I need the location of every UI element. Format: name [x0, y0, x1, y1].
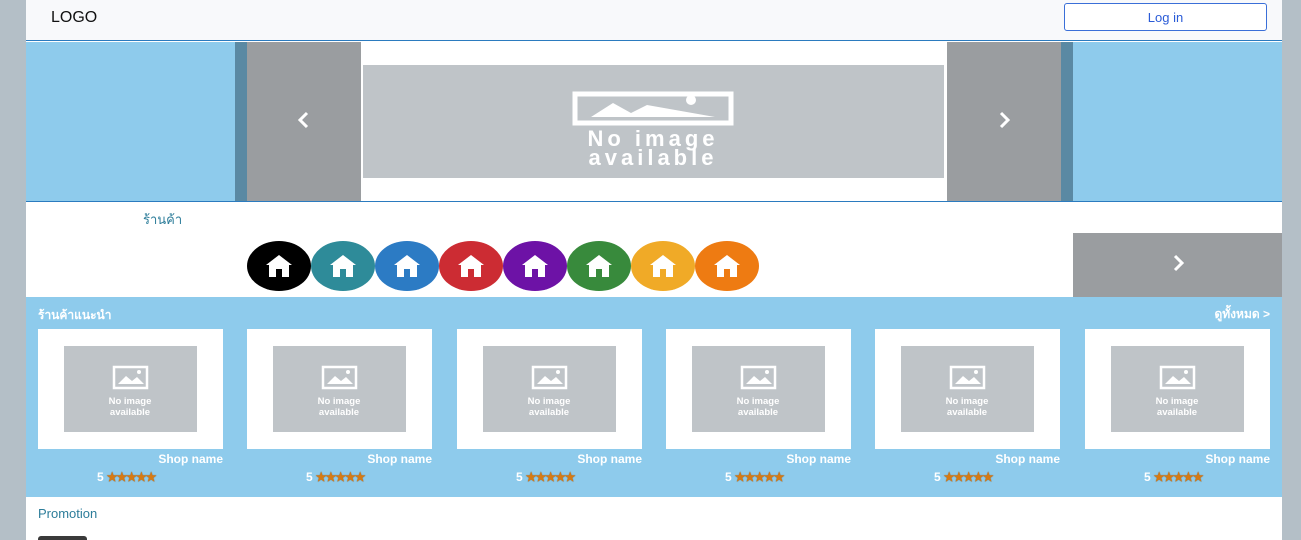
image-placeholder-icon [1159, 365, 1196, 390]
rating-value: 5 [1144, 470, 1151, 484]
image-placeholder-icon [949, 365, 986, 390]
banner-prev-button[interactable] [247, 42, 361, 201]
shop-icon-5[interactable] [503, 241, 567, 291]
image-placeholder: No image available [692, 346, 825, 432]
shop-image: No image available [457, 329, 642, 449]
see-all-link[interactable]: ดูทั้งหมด > [1214, 305, 1270, 324]
banner-next-button[interactable] [947, 42, 1061, 201]
house-icon [714, 255, 740, 277]
shop-icon-7[interactable] [631, 241, 695, 291]
image-placeholder: No image available [483, 346, 616, 432]
placeholder-text-line2: available [319, 407, 359, 418]
shop-image: No image available [875, 329, 1060, 449]
placeholder-text-line2: available [738, 407, 778, 418]
placeholder-text-line2: available [947, 407, 987, 418]
page: LOGO Log in No image available ร้านค้า ร… [26, 0, 1282, 540]
shop-icon-3[interactable] [375, 241, 439, 291]
shop-image: No image available [247, 329, 432, 449]
house-icon [394, 255, 420, 277]
placeholder-text-line2: available [110, 407, 150, 418]
shop-icon-1[interactable] [247, 241, 311, 291]
chevron-right-icon [997, 109, 1011, 135]
shop-card[interactable]: No image available Shop name 5 ★★★★★ [247, 329, 432, 484]
header: LOGO Log in [26, 0, 1282, 41]
house-icon [266, 255, 292, 277]
logo[interactable]: LOGO [51, 9, 97, 27]
star-icons: ★★★★★ [734, 470, 785, 484]
chevron-left-icon [297, 109, 311, 135]
shops-next-button[interactable] [1073, 233, 1282, 297]
shop-rating: 5 ★★★★★ [725, 470, 785, 484]
placeholder-text-line1: No image [528, 396, 571, 407]
rating-value: 5 [934, 470, 941, 484]
shop-image: No image available [38, 329, 223, 449]
placeholder-text-line1: No image [946, 396, 989, 407]
login-button[interactable]: Log in [1064, 3, 1267, 31]
promotion-item[interactable] [38, 536, 87, 540]
recommended-title: ร้านค้าแนะนำ [38, 308, 112, 322]
shop-rating: 5 ★★★★★ [516, 470, 576, 484]
image-placeholder-icon [112, 365, 149, 390]
shop-icon-2[interactable] [311, 241, 375, 291]
shop-icon-4[interactable] [439, 241, 503, 291]
star-icons: ★★★★★ [315, 470, 366, 484]
image-placeholder: No image available [273, 346, 406, 432]
placeholder-text-line1: No image [109, 396, 152, 407]
house-icon [330, 255, 356, 277]
shop-image: No image available [1085, 329, 1270, 449]
image-placeholder-icon [531, 365, 568, 390]
shop-card[interactable]: No image available Shop name 5 ★★★★★ [666, 329, 851, 484]
star-icons: ★★★★★ [106, 470, 157, 484]
placeholder-text-line2: available [1157, 407, 1197, 418]
shop-icon-6[interactable] [567, 241, 631, 291]
image-placeholder: No image available [901, 346, 1034, 432]
shop-name: Shop name [995, 452, 1060, 466]
house-icon [586, 255, 612, 277]
image-placeholder: No image available [1111, 346, 1244, 432]
shop-name: Shop name [367, 452, 432, 466]
image-placeholder-icon [321, 365, 358, 390]
banner-placeholder: No image available [363, 65, 944, 178]
shop-icon-8[interactable] [695, 241, 759, 291]
star-icons: ★★★★★ [525, 470, 576, 484]
image-placeholder-icon [572, 91, 734, 126]
image-placeholder-icon [740, 365, 777, 390]
house-icon [522, 255, 548, 277]
shop-rating: 5 ★★★★★ [306, 470, 366, 484]
recommended-shops: ร้านค้าแนะนำ ดูทั้งหมด > No image availab… [26, 297, 1282, 497]
shop-name: Shop name [577, 452, 642, 466]
shop-image: No image available [666, 329, 851, 449]
shop-rating: 5 ★★★★★ [1144, 470, 1204, 484]
placeholder-text-line1: No image [1156, 396, 1199, 407]
rating-value: 5 [306, 470, 313, 484]
promotion-title: Promotion [38, 506, 98, 521]
shop-card[interactable]: No image available Shop name 5 ★★★★★ [1085, 329, 1270, 484]
house-icon [458, 255, 484, 277]
shop-name: Shop name [1205, 452, 1270, 466]
shops-title: ร้านค้า [143, 212, 183, 227]
shop-rating: 5 ★★★★★ [934, 470, 994, 484]
house-icon [650, 255, 676, 277]
banner-carousel: No image available [26, 42, 1282, 202]
placeholder-text-line1: No image [737, 396, 780, 407]
shop-card[interactable]: No image available Shop name 5 ★★★★★ [875, 329, 1060, 484]
placeholder-text-line1: No image [318, 396, 361, 407]
shop-card[interactable]: No image available Shop name 5 ★★★★★ [38, 329, 223, 484]
placeholder-text-line2: available [529, 407, 569, 418]
shop-name: Shop name [158, 452, 223, 466]
rating-value: 5 [97, 470, 104, 484]
shop-rating: 5 ★★★★★ [97, 470, 157, 484]
rating-value: 5 [516, 470, 523, 484]
chevron-right-icon [1171, 252, 1185, 278]
star-icons: ★★★★★ [1153, 470, 1204, 484]
banner-image[interactable]: No image available [361, 42, 947, 201]
shop-card[interactable]: No image available Shop name 5 ★★★★★ [457, 329, 642, 484]
banner-placeholder-line2: available [589, 145, 718, 170]
star-icons: ★★★★★ [943, 470, 994, 484]
shop-name: Shop name [786, 452, 851, 466]
rating-value: 5 [725, 470, 732, 484]
image-placeholder: No image available [64, 346, 197, 432]
